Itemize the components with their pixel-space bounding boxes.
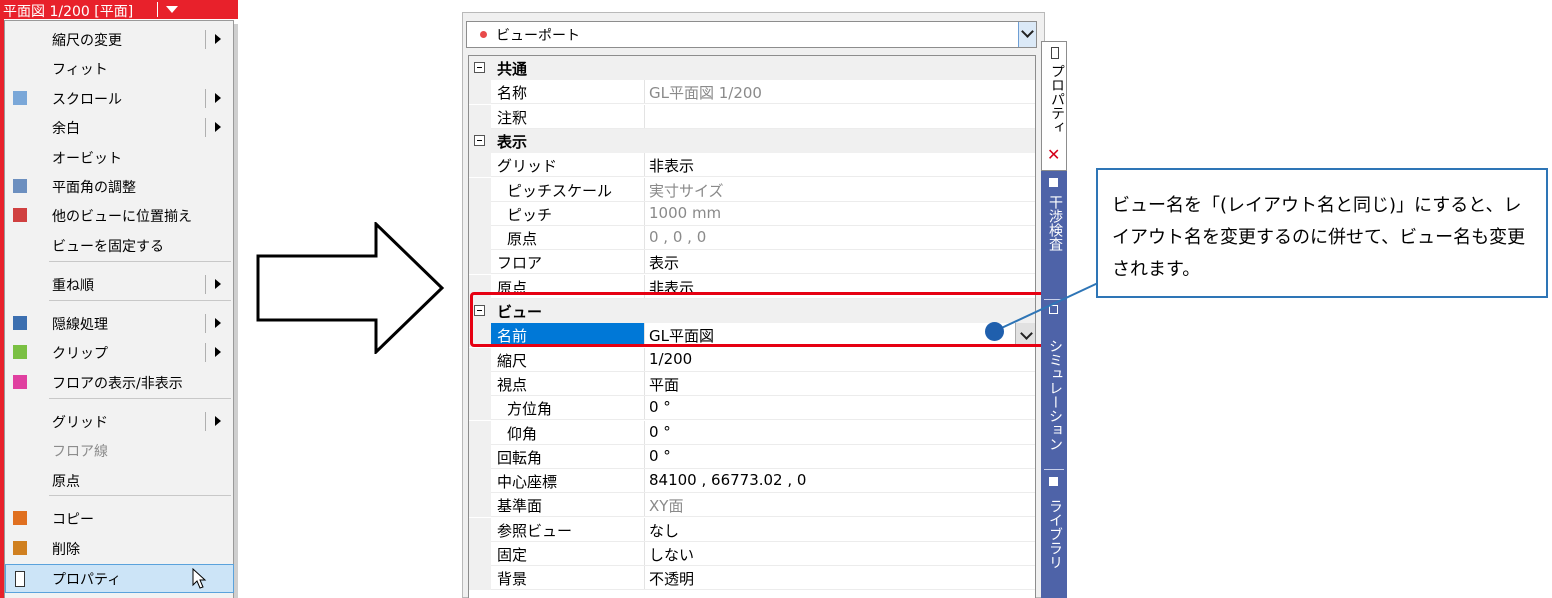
callout-text: ビュー名を「(レイアウト名と同じ)」にすると、レイアウト名を変更するのに併せて、… [1112, 195, 1526, 280]
callout-box: ビュー名を「(レイアウト名と同じ)」にすると、レイアウト名を変更するのに併せて、… [1096, 168, 1548, 298]
callout-anchor-dot [985, 322, 1004, 341]
callout-leader-line [994, 282, 1099, 332]
